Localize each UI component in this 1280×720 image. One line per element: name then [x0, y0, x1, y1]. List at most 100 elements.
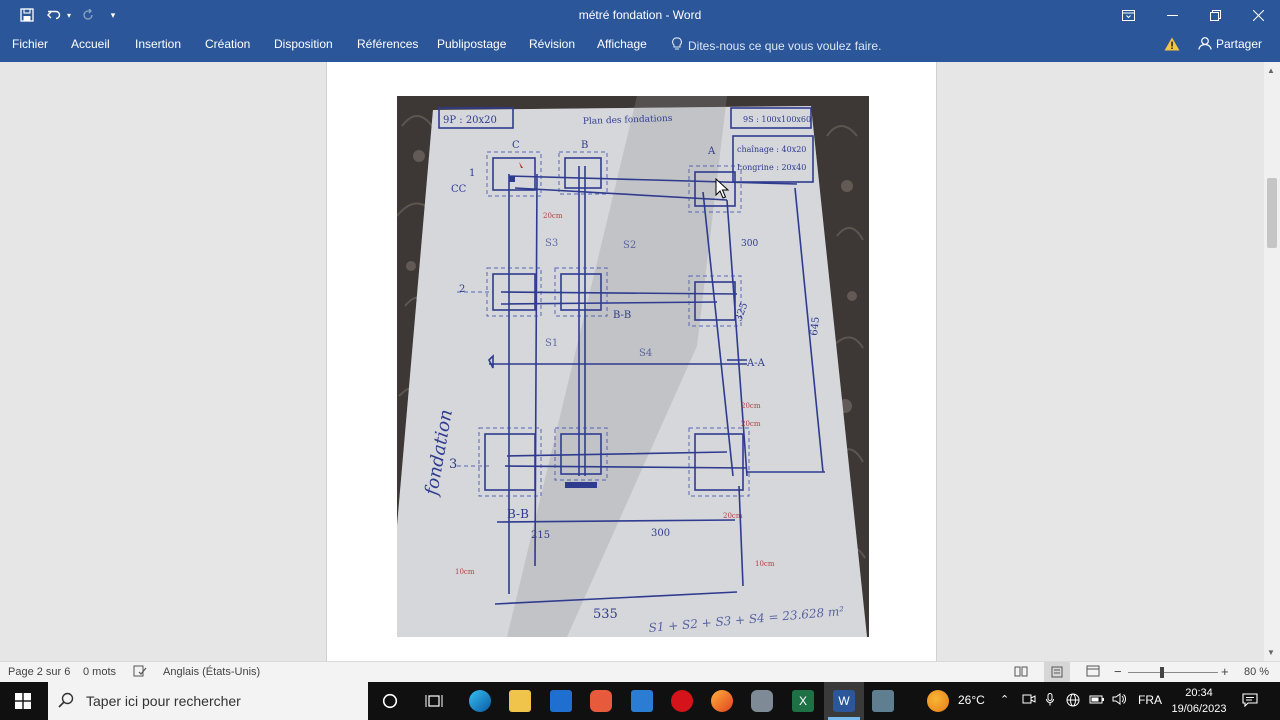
battery-icon[interactable]: [1089, 693, 1105, 708]
ribbon-display-options-icon[interactable]: [1106, 0, 1150, 30]
store-icon[interactable]: [550, 690, 572, 712]
tab-disposition[interactable]: Disposition: [274, 37, 333, 51]
share-button[interactable]: Partager: [1192, 33, 1264, 55]
sketch-cm-20-d: 20cm: [723, 512, 743, 520]
zoom-slider[interactable]: [1128, 672, 1218, 673]
sketch-dim-215: 215: [531, 530, 550, 541]
zoom-out-button[interactable]: −: [1114, 664, 1122, 679]
share-label: Partager: [1216, 37, 1263, 51]
tab-references[interactable]: Références: [357, 37, 418, 51]
zoom-slider-handle[interactable]: [1160, 667, 1164, 678]
scrollbar-thumb[interactable]: [1267, 178, 1277, 248]
mouse-pointer-icon: [715, 177, 731, 203]
tab-affichage[interactable]: Affichage: [597, 37, 647, 51]
word-taskbar-active[interactable]: W: [824, 682, 864, 720]
web-layout-icon[interactable]: [1086, 665, 1100, 680]
sketch-label-chainage: chaînage : 40x20: [737, 145, 806, 154]
windows-start-icon[interactable]: [12, 690, 34, 712]
sketch-row-1: 1: [469, 168, 475, 179]
restore-icon[interactable]: [1193, 0, 1237, 30]
page-count[interactable]: Page 2 sur 6: [8, 666, 70, 678]
ribbon-tabs: Fichier Accueil Insertion Création Dispo…: [0, 30, 1280, 62]
file-explorer-icon[interactable]: [509, 690, 531, 712]
sketch-dim-300-right: 300: [741, 239, 758, 249]
sketch-cm-20-a: 20cm: [741, 402, 761, 410]
zoom-level[interactable]: 80 %: [1244, 666, 1269, 678]
sketch-cm-20-b: 20cm: [741, 420, 761, 428]
show-hidden-icons[interactable]: ⌃: [1000, 693, 1009, 706]
clock-date: 19/06/2023: [1171, 703, 1227, 715]
sketch-cm-20-c: 20cm: [543, 212, 563, 220]
microphone-icon[interactable]: [1046, 693, 1054, 709]
word-icon: W: [833, 690, 855, 712]
sketch-section-bb: B-B: [507, 507, 529, 521]
weather-icon[interactable]: [927, 690, 949, 712]
meet-now-icon[interactable]: [1022, 693, 1036, 708]
title-bar: ▾ ▾ métré fondation - Word: [0, 0, 1280, 30]
input-language[interactable]: FRA: [1138, 693, 1162, 707]
window-title: métré fondation - Word: [578, 8, 702, 22]
minimize-icon[interactable]: [1150, 0, 1194, 30]
sketch-section-bb-top: B-B: [613, 310, 631, 321]
tab-fichier[interactable]: Fichier: [12, 37, 48, 51]
mail-icon[interactable]: [631, 690, 653, 712]
foundation-plan-photo[interactable]: 9P : 20x20 Plan des fondations 9S : 100x…: [397, 96, 869, 637]
task-view-icon[interactable]: [423, 690, 445, 712]
sketch-label-longrine: Longrine : 20x40: [737, 163, 806, 172]
volume-icon[interactable]: [1112, 693, 1126, 708]
tab-publipostage[interactable]: Publipostage: [437, 37, 506, 51]
opera-icon[interactable]: [671, 690, 693, 712]
zoom-in-button[interactable]: +: [1221, 664, 1229, 679]
sketch-dim-645: 645: [809, 316, 822, 336]
scroll-up-icon[interactable]: ▲: [1267, 66, 1275, 75]
tab-creation[interactable]: Création: [205, 37, 250, 51]
firefox-icon[interactable]: [711, 690, 733, 712]
excel-icon[interactable]: X: [792, 690, 814, 712]
tell-me-box[interactable]: Dites-nous ce que vous voulez faire.: [672, 37, 881, 54]
network-icon[interactable]: [1066, 693, 1080, 710]
sketch-dim-535: 535: [593, 607, 618, 622]
sketch-cm-10-left: 10cm: [455, 568, 475, 576]
document-area: 9P : 20x20 Plan des fondations 9S : 100x…: [0, 62, 1264, 661]
cortana-icon[interactable]: [379, 690, 401, 712]
sketch-label-cc: CC: [451, 184, 467, 195]
sketch-s3: S3: [545, 238, 558, 249]
lightbulb-icon: [672, 37, 682, 54]
word-count[interactable]: 0 mots: [83, 666, 116, 678]
sketch-axis-c: C: [512, 140, 520, 151]
warning-icon[interactable]: [1164, 37, 1180, 54]
proofing-icon[interactable]: [133, 665, 147, 680]
scroll-down-icon[interactable]: ▼: [1267, 648, 1275, 657]
tab-accueil[interactable]: Accueil: [71, 37, 110, 51]
sketch-cm-10-right: 10cm: [755, 560, 775, 568]
close-icon[interactable]: [1236, 0, 1280, 30]
clock-time: 20:34: [1185, 687, 1213, 699]
vertical-scrollbar[interactable]: ▲ ▼: [1264, 62, 1280, 661]
person-icon: [1198, 36, 1212, 53]
status-bar: Page 2 sur 6 0 mots Anglais (États-Unis)…: [0, 661, 1280, 682]
sketch-s2: S2: [623, 240, 636, 251]
sketch-section-aa: A-A: [746, 358, 766, 369]
tab-revision[interactable]: Révision: [529, 37, 575, 51]
edge-icon[interactable]: [469, 690, 491, 712]
taskbar-clock[interactable]: 20:34 19/06/2023: [1170, 685, 1228, 717]
app-gray-icon[interactable]: [751, 690, 773, 712]
sketch-dim-300-bottom: 300: [651, 528, 670, 539]
sketch-row-2: 2: [459, 284, 465, 295]
taskbar-search-box[interactable]: Taper ici pour rechercher: [48, 682, 368, 720]
document-page[interactable]: 9P : 20x20 Plan des fondations 9S : 100x…: [326, 62, 937, 661]
read-mode-icon[interactable]: [1014, 665, 1028, 680]
app-camera-icon[interactable]: [872, 690, 894, 712]
temperature[interactable]: 26°C: [958, 693, 985, 707]
sketch-label-top-left: 9P : 20x20: [443, 115, 497, 126]
app-orange-icon[interactable]: [590, 690, 612, 712]
tab-insertion[interactable]: Insertion: [135, 37, 181, 51]
notifications-icon[interactable]: [1242, 693, 1258, 710]
search-placeholder: Taper ici pour rechercher: [86, 693, 241, 709]
print-layout-icon[interactable]: [1044, 662, 1070, 682]
windows-taskbar: Taper ici pour rechercher X W 26°C ⌃ FRA…: [0, 682, 1280, 720]
language-indicator[interactable]: Anglais (États-Unis): [163, 666, 260, 678]
sketch-s4: S4: [639, 348, 652, 359]
sketch-s1: S1: [545, 338, 558, 349]
sketch-axis-b: B: [581, 140, 588, 151]
